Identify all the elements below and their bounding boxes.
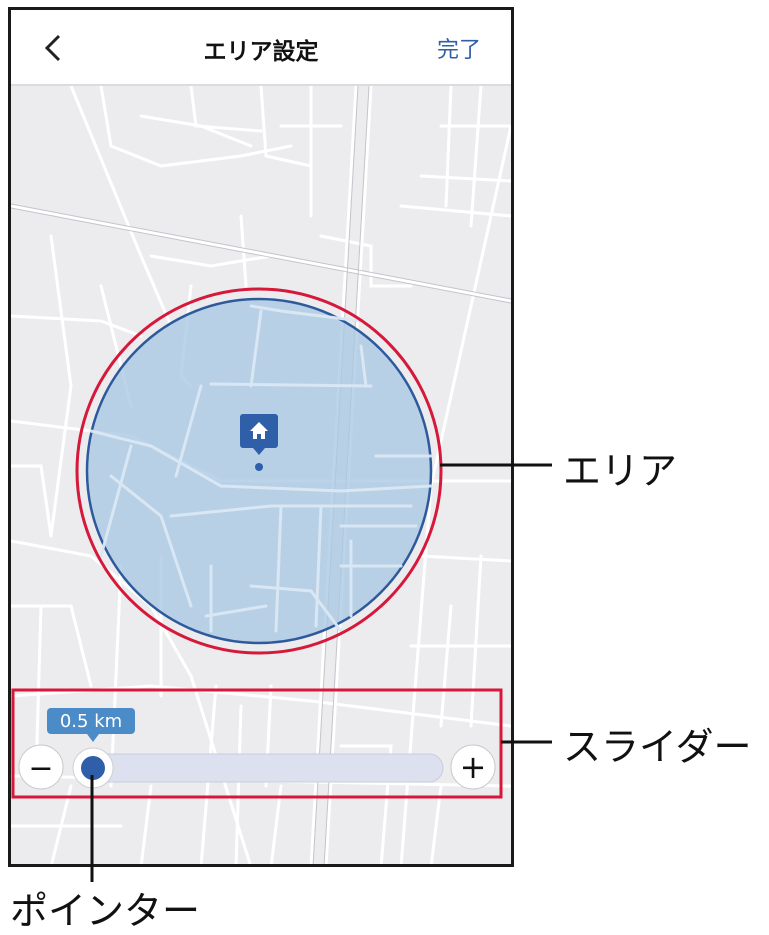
- slider-highlight-box: [11, 688, 503, 799]
- area-callout-label: エリア: [563, 449, 678, 493]
- slider-callout-label: スライダー: [563, 725, 752, 769]
- pointer-callout-label: ポインター: [10, 889, 201, 933]
